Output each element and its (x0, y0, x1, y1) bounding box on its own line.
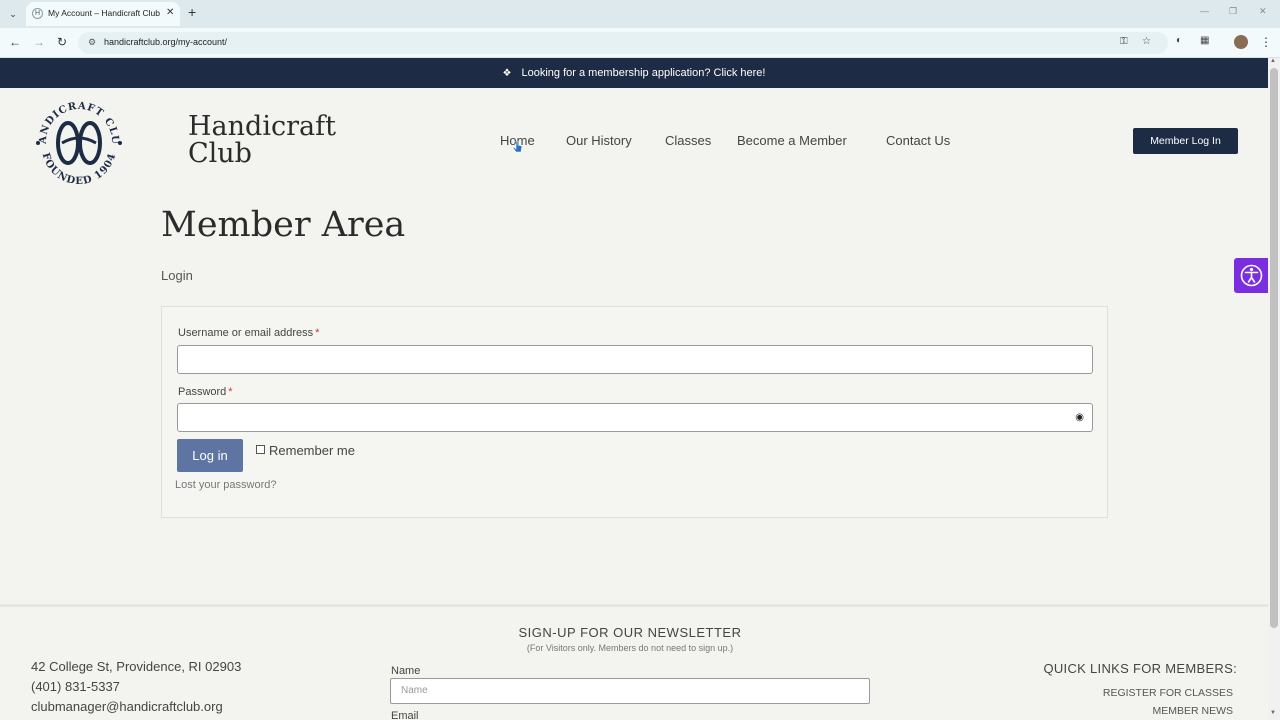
reload-icon[interactable]: ↻ (57, 35, 67, 49)
footer-address: 42 College St, Providence, RI 02903 (31, 659, 242, 674)
nav-become-a-member[interactable]: Become a Member (737, 133, 847, 148)
username-label: Username or email address * (178, 327, 320, 339)
scroll-up-arrow-icon[interactable]: ▲ (1270, 58, 1276, 64)
footer-phone[interactable]: (401) 831-5337 (31, 679, 120, 694)
brand-name[interactable]: Handicraft Club (188, 113, 336, 167)
scroll-down-arrow-icon[interactable]: ▼ (1270, 710, 1276, 716)
new-tab-plus-icon[interactable]: + (188, 4, 196, 20)
page-subtitle: Login (161, 268, 193, 283)
tab-title: My Account – Handicraft Club (48, 8, 160, 18)
newsletter-name-input[interactable]: Name (390, 678, 870, 704)
window-close-icon[interactable]: ✕ (1259, 6, 1267, 17)
browser-toolbar: ← → ↻ ⚙ handicraftclub.org/my-account/ ⚿… (0, 28, 1280, 58)
svg-text:FOUNDED 1904: FOUNDED 1904 (40, 152, 119, 187)
page-title: Member Area (161, 205, 406, 245)
quick-links-title: QUICK LINKS FOR MEMBERS: (1043, 661, 1237, 676)
leaf-icon: ❖ (502, 68, 512, 79)
address-bar[interactable]: ⚙ handicraftclub.org/my-account/ ⚿ ☆ (78, 32, 1168, 54)
log-in-button[interactable]: Log in (177, 439, 243, 472)
newsletter-name-label: Name (391, 665, 421, 677)
quick-link-member-news[interactable]: MEMBER NEWS (1000, 705, 1233, 717)
browser-tab-active[interactable]: H My Account – Handicraft Club ✕ (26, 2, 180, 26)
newsletter-subtitle: (For Visitors only. Members do not need … (526, 643, 734, 653)
footer-email[interactable]: clubmanager@handicraftclub.org (31, 699, 223, 714)
browser-menu-icon[interactable]: ⋮ (1260, 35, 1272, 49)
scrollbar-thumb[interactable] (1270, 68, 1278, 628)
remember-me-checkbox[interactable] (256, 445, 265, 454)
show-password-eye-icon[interactable]: ◉ (1075, 412, 1084, 423)
pointer-cursor-icon (512, 140, 523, 153)
quick-link-register-classes[interactable]: REGISTER FOR CLASSES (1000, 687, 1233, 699)
nav-classes[interactable]: Classes (665, 133, 711, 148)
announcement-text: Looking for a membership application? Cl… (521, 67, 766, 79)
username-input[interactable] (177, 345, 1093, 374)
extension-icon[interactable]: ◐ (1176, 35, 1182, 46)
nav-our-history[interactable]: Our History (566, 133, 632, 148)
profile-avatar[interactable] (1234, 35, 1248, 49)
required-mark: * (228, 386, 233, 398)
footer: 42 College St, Providence, RI 02903 (401… (0, 604, 1268, 720)
tab-favicon-icon: H (32, 8, 43, 19)
site-info-icon[interactable]: ⚙ (88, 37, 96, 48)
announcement-bar[interactable]: ❖ Looking for a membership application? C… (0, 58, 1268, 88)
brand-line-1: Handicraft (188, 111, 336, 142)
lost-password-link[interactable]: Lost your password? (175, 479, 277, 491)
back-arrow-icon[interactable]: ← (9, 35, 21, 49)
member-login-button[interactable]: Member Log In (1133, 128, 1238, 154)
remember-me-label: Remember me (269, 443, 355, 458)
remember-me[interactable]: Remember me (256, 443, 355, 458)
password-input[interactable]: ◉ (177, 403, 1093, 432)
brand-line-2: Club (188, 138, 252, 169)
bookmark-star-icon[interactable]: ☆ (1142, 36, 1151, 47)
window-minimize-icon[interactable]: — (1200, 6, 1209, 16)
newsletter-title: SIGN-UP FOR OUR NEWSLETTER (518, 625, 742, 640)
forward-arrow-icon[interactable]: → (33, 35, 45, 49)
seal-bottom-text: FOUNDED 1904 (40, 152, 118, 187)
browser-tab-bar: ⌄ H My Account – Handicraft Club ✕ + — ❐… (0, 0, 1280, 28)
accessibility-toolbar-button[interactable] (1234, 258, 1269, 293)
club-seal-logo[interactable]: HANDICRAFT CLUB FOUNDED 1904 (27, 87, 126, 189)
password-label: Password * (178, 386, 233, 398)
tab-close-icon[interactable]: ✕ (166, 7, 174, 18)
password-key-icon[interactable]: ⚿ (1120, 36, 1128, 47)
newsletter-email-label: Email (391, 710, 419, 720)
login-form: Username or email address * Password * ◉ L… (161, 306, 1108, 518)
tab-search-chevron-icon[interactable]: ⌄ (4, 6, 22, 22)
required-mark: * (315, 327, 320, 339)
url-text: handicraftclub.org/my-account/ (104, 37, 228, 47)
window-restore-icon[interactable]: ❐ (1229, 6, 1237, 17)
nav-contact-us[interactable]: Contact Us (886, 133, 950, 148)
puzzle-extensions-icon[interactable]: ▦ (1200, 35, 1209, 46)
accessibility-icon (1240, 264, 1263, 287)
page-scrollbar[interactable]: ▲ ▼ (1268, 58, 1280, 720)
